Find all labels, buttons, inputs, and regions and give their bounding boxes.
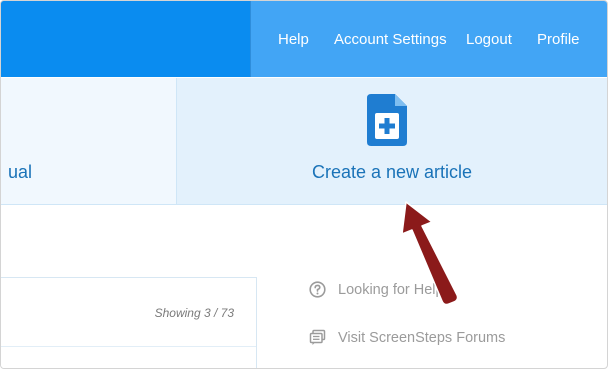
nav-profile[interactable]: Profile bbox=[537, 1, 580, 77]
question-circle-icon bbox=[309, 281, 326, 298]
manual-card[interactable]: ual bbox=[1, 78, 177, 205]
looking-for-help-link[interactable]: Looking for Help? bbox=[309, 281, 452, 298]
articles-list-panel: Showing 3 / 73 bbox=[1, 277, 257, 368]
nav-help[interactable]: Help bbox=[278, 1, 309, 77]
nav-account-settings[interactable]: Account Settings bbox=[334, 1, 447, 77]
top-navigation-bar: Help Account Settings Logout Profile bbox=[1, 1, 607, 77]
looking-for-help-label: Looking for Help? bbox=[338, 281, 452, 298]
showing-count: Showing 3 / 73 bbox=[154, 306, 234, 320]
visit-forums-label: Visit ScreenSteps Forums bbox=[338, 329, 506, 346]
manual-card-label: ual bbox=[7, 162, 32, 182]
create-article-card[interactable]: Create a new article bbox=[177, 78, 607, 205]
create-article-label: Create a new article bbox=[311, 162, 473, 182]
document-add-icon bbox=[367, 94, 407, 146]
visit-forums-link[interactable]: Visit ScreenSteps Forums bbox=[309, 329, 505, 346]
forum-icon bbox=[309, 329, 326, 345]
app-window: Help Account Settings Logout Profile ual… bbox=[0, 0, 608, 369]
nav-logout[interactable]: Logout bbox=[466, 1, 512, 77]
list-panel-header: Showing 3 / 73 bbox=[1, 278, 256, 347]
brand-area bbox=[1, 1, 251, 77]
